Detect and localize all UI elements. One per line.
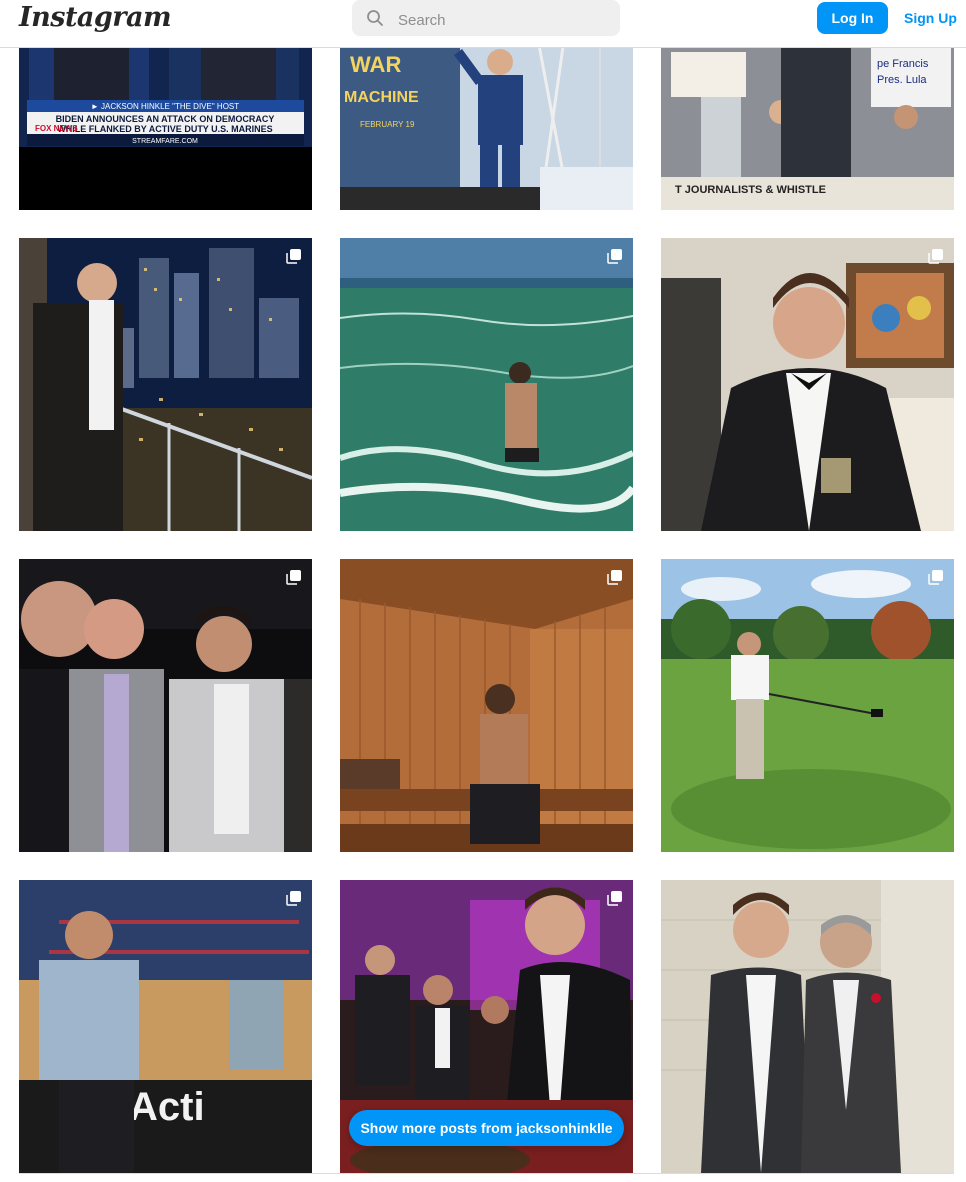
rally-sign-text1: pe Francis: [877, 58, 929, 70]
post-basketball-court[interactable]: Acti: [19, 880, 312, 1173]
golf-photo: [661, 559, 954, 852]
post-golf[interactable]: [661, 559, 954, 852]
multiple-photos-icon: [286, 891, 301, 906]
multiple-photos-icon: [607, 570, 622, 585]
multiple-photos-icon: [928, 249, 943, 264]
sign-up-link[interactable]: Sign Up: [904, 10, 957, 26]
news-caption-line3: WHILE FLANKED BY ACTIVE DUTY U.S. MARINE…: [57, 124, 272, 134]
court-logo-text: Acti: [129, 1085, 205, 1129]
divider: [19, 1173, 954, 1174]
multiple-photos-icon: [928, 570, 943, 585]
rally-sign-text2: Pres. Lula: [877, 74, 927, 86]
news-network-logo: FOX NEWS: [35, 124, 78, 133]
search-input[interactable]: [396, 8, 610, 32]
sauna-photo: [340, 559, 633, 852]
post-ocean-swim[interactable]: [340, 238, 633, 531]
rally-banner-text: T JOURNALISTS & WHISTLE: [675, 184, 826, 196]
basketball-court-photo: Acti: [19, 880, 312, 1173]
post-group-event[interactable]: [19, 559, 312, 852]
search-box[interactable]: [352, 0, 620, 36]
post-two-men-suits[interactable]: [661, 880, 954, 1173]
post-tuxedo-portrait[interactable]: [661, 238, 954, 531]
city-balcony-photo: [19, 238, 312, 531]
multiple-photos-icon: [607, 249, 622, 264]
news-caption-line1: ► JACKSON HINKLE "THE DIVE" HOST: [91, 102, 239, 111]
group-event-photo: [19, 559, 312, 852]
banner-word-war: WAR: [350, 52, 401, 77]
multiple-photos-icon: [607, 891, 622, 906]
tuxedo-portrait-photo: [661, 238, 954, 531]
log-in-button[interactable]: Log In: [817, 2, 888, 34]
news-caption-line2: BIDEN ANNOUNCES AN ATTACK ON DEMOCRACY: [56, 114, 275, 124]
instagram-logo[interactable]: Instagram: [19, 2, 172, 33]
search-icon: [367, 10, 383, 26]
multiple-photos-icon: [286, 249, 301, 264]
multiple-photos-icon: [286, 570, 301, 585]
top-navigation-bar: Instagram Log In Sign Up: [0, 0, 966, 48]
show-more-posts-button[interactable]: Show more posts from jacksonhinklle: [349, 1110, 624, 1146]
post-sauna[interactable]: [340, 559, 633, 852]
banner-word-machine: MACHINE: [344, 89, 419, 106]
ocean-swim-photo: [340, 238, 633, 531]
banner-date: FEBRUARY 19: [360, 120, 415, 129]
post-city-balcony[interactable]: [19, 238, 312, 531]
two-men-suits-photo: [661, 880, 954, 1173]
news-caption-line4: STREAMFARE.COM: [132, 138, 198, 145]
posts-grid: ► JACKSON HINKLE "THE DIVE" HOST BIDEN A…: [0, 0, 966, 1182]
